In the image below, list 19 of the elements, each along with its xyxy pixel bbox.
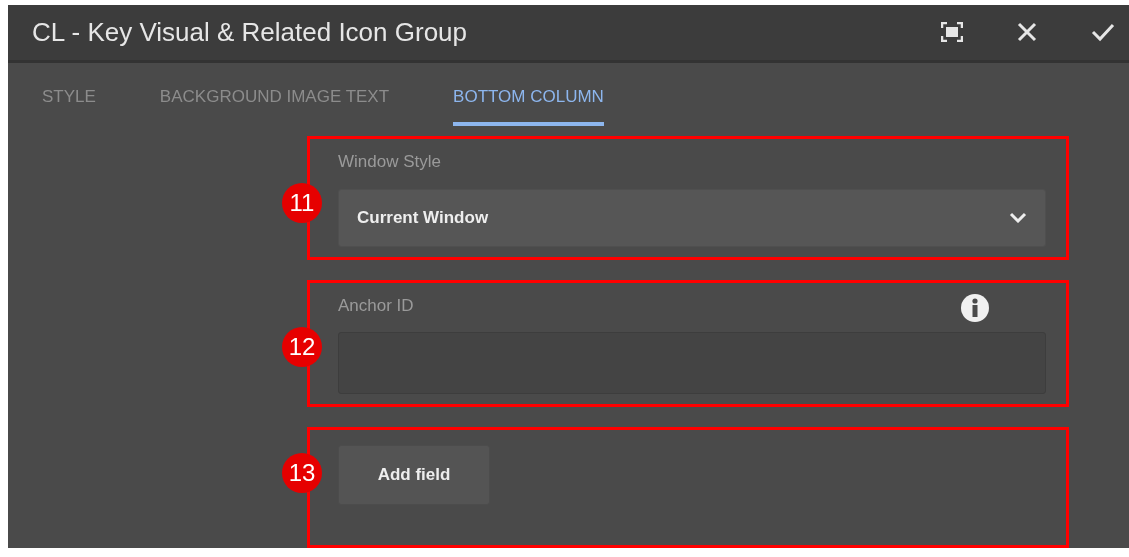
dropdown[interactable]: Current Window	[338, 188, 1046, 247]
field-label: Anchor ID	[338, 294, 414, 317]
checkmark-icon	[1091, 22, 1115, 43]
chevron-down-icon	[1009, 212, 1027, 223]
tab[interactable]: STYLE	[42, 62, 96, 126]
fullscreen-icon	[941, 22, 963, 43]
annotation-number: 12	[282, 326, 322, 367]
annotation-number: 13	[282, 453, 322, 493]
tab[interactable]: BOTTOM COLUMN	[453, 62, 604, 126]
fullscreen-button[interactable]	[941, 22, 963, 43]
add-field-button[interactable]: Add field	[338, 445, 490, 505]
info-icon[interactable]	[959, 293, 990, 324]
field-label: Window Style	[338, 151, 442, 173]
close-icon	[1017, 22, 1037, 43]
tab[interactable]: BACKGROUND IMAGE TEXT	[159, 62, 390, 126]
window-title: CL - Key Visual & Related Icon Group	[32, 15, 468, 49]
confirm-button[interactable]	[1091, 22, 1115, 43]
annotation-number: 11	[282, 183, 322, 223]
close-button[interactable]	[1017, 22, 1037, 43]
